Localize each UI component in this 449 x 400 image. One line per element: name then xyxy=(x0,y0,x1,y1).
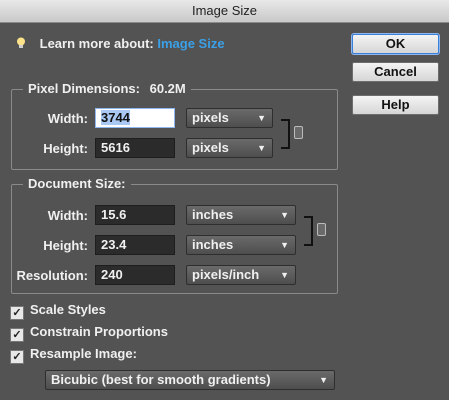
resolution-unit-select[interactable]: pixels/inch ▼ xyxy=(186,265,296,285)
learn-more: Learn more about: Image Size xyxy=(16,36,225,51)
pixel-dimensions-size: 60.2M xyxy=(149,81,186,96)
cancel-button[interactable]: Cancel xyxy=(352,62,439,82)
doc-width-label: Width: xyxy=(47,208,88,223)
pixel-width-unit-select[interactable]: pixels ▼ xyxy=(186,108,273,128)
resolution-input[interactable]: 240 xyxy=(95,265,175,285)
dropdown-arrow-icon: ▼ xyxy=(319,375,328,385)
pixel-width-value: 3744 xyxy=(101,110,130,125)
ok-button[interactable]: OK xyxy=(352,34,439,54)
dropdown-arrow-icon: ▼ xyxy=(280,210,289,220)
help-button[interactable]: Help xyxy=(352,95,439,115)
resolution-unit: pixels/inch xyxy=(192,267,260,282)
resample-method-value: Bicubic (best for smooth gradients) xyxy=(51,372,271,387)
learn-more-prefix: Learn more about: xyxy=(39,36,154,51)
doc-width-unit-select[interactable]: inches ▼ xyxy=(186,205,296,225)
pixel-dimensions-title: Pixel Dimensions: 60.2M xyxy=(23,81,191,96)
link-chain-icon xyxy=(317,223,326,236)
constrain-proportions-label: Constrain Proportions xyxy=(30,324,168,339)
doc-height-label: Height: xyxy=(43,238,88,253)
doc-width-unit: inches xyxy=(192,207,234,222)
doc-height-unit: inches xyxy=(192,237,234,252)
dropdown-arrow-icon: ▼ xyxy=(280,240,289,250)
doc-height-unit-select[interactable]: inches ▼ xyxy=(186,235,296,255)
learn-more-link[interactable]: Image Size xyxy=(157,36,224,51)
pixel-height-unit-select[interactable]: pixels ▼ xyxy=(186,138,273,158)
document-size-title: Document Size: xyxy=(23,176,131,191)
constrain-proportions-checkbox[interactable]: ✓ Constrain Proportions xyxy=(10,324,168,342)
pixel-width-input[interactable]: 3744 xyxy=(95,108,175,128)
resample-image-checkbox[interactable]: ✓ Resample Image: xyxy=(10,346,137,364)
resample-method-select[interactable]: Bicubic (best for smooth gradients) ▼ xyxy=(45,370,335,390)
doc-height-input[interactable]: 23.4 xyxy=(95,235,175,255)
pixel-link-bracket xyxy=(281,119,290,149)
scale-styles-label: Scale Styles xyxy=(30,302,106,317)
dropdown-arrow-icon: ▼ xyxy=(257,113,266,123)
link-chain-icon xyxy=(294,126,303,139)
checkmark-icon: ✓ xyxy=(10,350,24,364)
pixel-height-input[interactable]: 5616 xyxy=(95,138,175,158)
resolution-label: Resolution: xyxy=(16,268,89,283)
window-title: Image Size xyxy=(0,0,449,23)
lightbulb-icon xyxy=(17,37,25,48)
pixel-width-label: Width: xyxy=(47,111,88,126)
checkmark-icon: ✓ xyxy=(10,306,24,320)
pixel-height-unit: pixels xyxy=(192,140,229,155)
doc-width-input[interactable]: 15.6 xyxy=(95,205,175,225)
resample-image-label: Resample Image: xyxy=(30,346,137,361)
dropdown-arrow-icon: ▼ xyxy=(257,143,266,153)
scale-styles-checkbox[interactable]: ✓ Scale Styles xyxy=(10,302,106,320)
checkmark-icon: ✓ xyxy=(10,328,24,342)
pixel-width-unit: pixels xyxy=(192,110,229,125)
dropdown-arrow-icon: ▼ xyxy=(280,270,289,280)
pixel-dimensions-label: Pixel Dimensions: xyxy=(28,81,140,96)
doc-link-bracket xyxy=(304,216,313,246)
pixel-height-label: Height: xyxy=(43,141,88,156)
